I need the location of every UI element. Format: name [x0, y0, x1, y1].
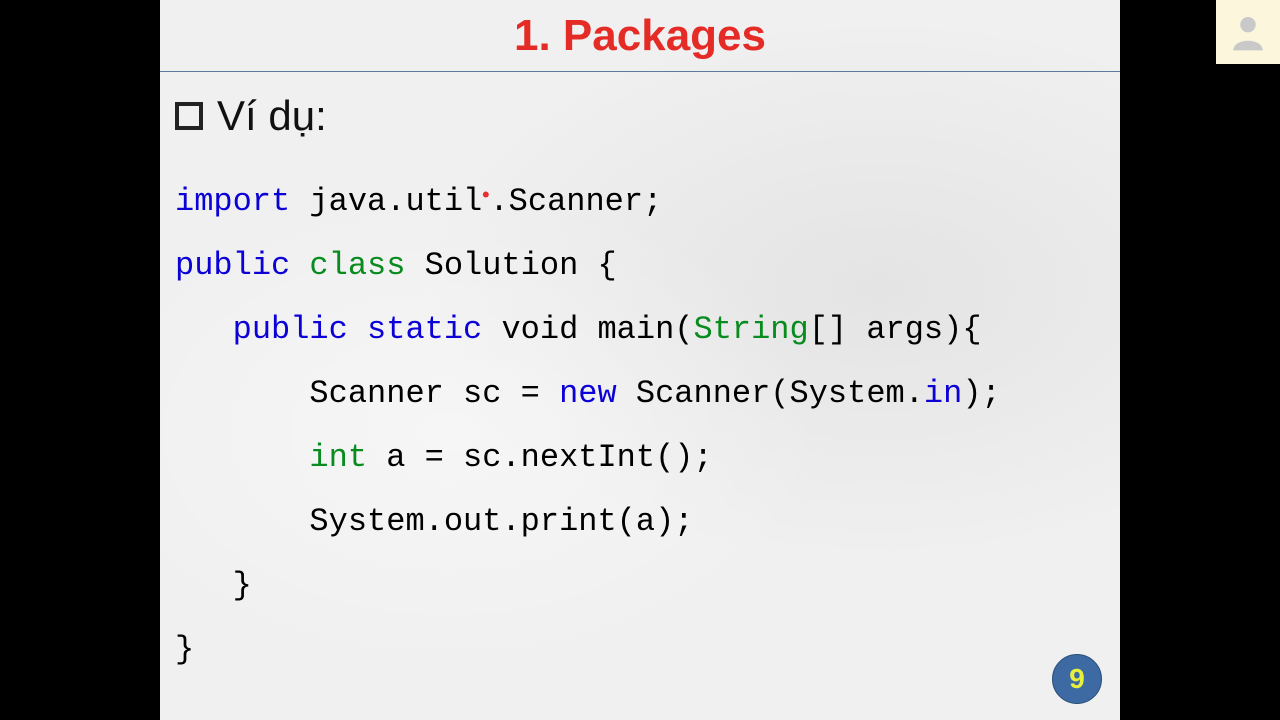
kw-public: public	[233, 311, 348, 348]
kw-import: import	[175, 183, 290, 220]
participant-avatar	[1216, 0, 1280, 64]
person-icon	[1226, 10, 1270, 54]
code-text: Scanner sc =	[309, 375, 559, 412]
page-number-badge: 9	[1052, 654, 1102, 704]
code-indent	[175, 439, 309, 476]
code-text: Solution {	[405, 247, 616, 284]
kw-string: String	[693, 311, 808, 348]
title-bar: 1. Packages	[160, 0, 1120, 72]
example-heading: Ví dụ:	[175, 92, 1105, 140]
code-text: }	[175, 567, 252, 604]
code-text: void main(	[482, 311, 693, 348]
example-label: Ví dụ:	[217, 92, 327, 140]
code-text: }	[175, 631, 194, 668]
kw-class: class	[309, 247, 405, 284]
code-indent	[175, 375, 309, 412]
kw-static: static	[367, 311, 482, 348]
code-text: a = sc.nextInt();	[367, 439, 713, 476]
page-number: 9	[1069, 663, 1085, 695]
code-text: Scanner;	[509, 183, 663, 220]
kw-new: new	[559, 375, 617, 412]
slide-content: Ví dụ: import java.util•.Scanner; public…	[160, 72, 1120, 720]
code-indent	[175, 311, 233, 348]
slide-title: 1. Packages	[514, 11, 766, 61]
code-text: .	[489, 183, 508, 220]
cursor-dot-icon: •	[479, 184, 492, 209]
bullet-square-icon	[175, 102, 203, 130]
kw-public: public	[175, 247, 290, 284]
code-text: [] args){	[809, 311, 982, 348]
code-text: System.out.print(a);	[175, 503, 693, 540]
kw-in: in	[924, 375, 962, 412]
code-block: import java.util•.Scanner; public class …	[175, 170, 1105, 682]
kw-int: int	[309, 439, 367, 476]
code-text: java.util	[290, 183, 482, 220]
code-text: Scanner(System.	[617, 375, 924, 412]
slide: 1. Packages Ví dụ: import java.util•.Sca…	[160, 0, 1120, 720]
code-text: );	[962, 375, 1000, 412]
